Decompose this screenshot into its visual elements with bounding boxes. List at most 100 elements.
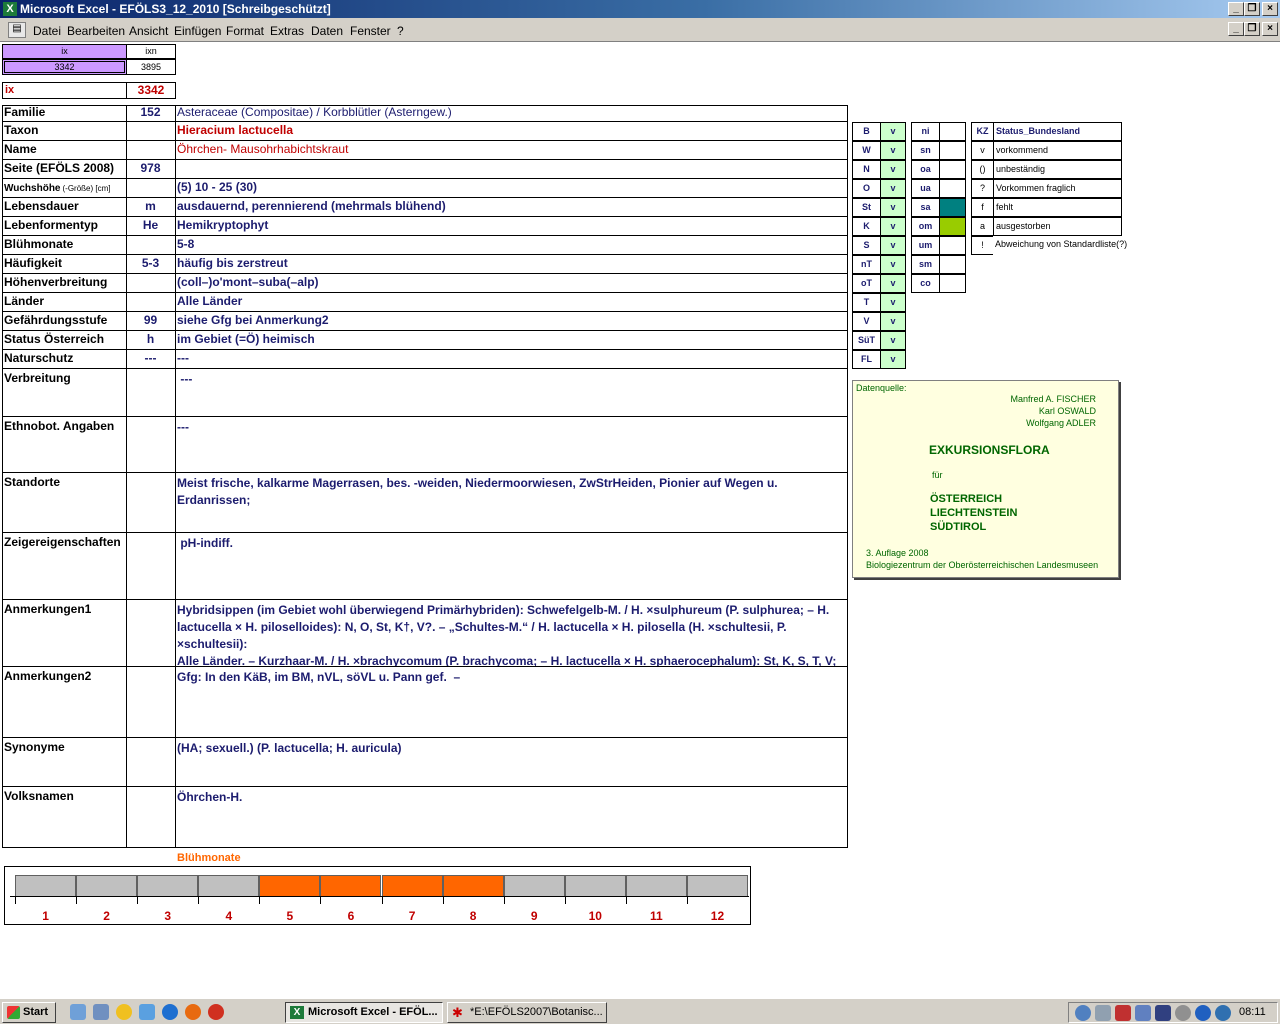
- row-code[interactable]: [126, 236, 176, 255]
- row-label[interactable]: Lebenformentyp: [2, 217, 127, 236]
- row-label[interactable]: Höhenverbreitung: [2, 274, 127, 293]
- row-label[interactable]: Taxon: [2, 122, 127, 141]
- region-code[interactable]: sa: [911, 198, 940, 217]
- state-code[interactable]: St: [852, 198, 881, 217]
- tray-info-icon[interactable]: [1195, 1005, 1211, 1021]
- bigrow-value[interactable]: ---: [175, 369, 848, 417]
- minimize-button[interactable]: _: [1228, 2, 1244, 16]
- region-value[interactable]: [939, 179, 966, 198]
- region-value[interactable]: [939, 122, 966, 141]
- row-code[interactable]: 152: [126, 105, 176, 122]
- state-value[interactable]: v: [880, 255, 906, 274]
- menu-help[interactable]: ?: [397, 24, 404, 38]
- region-code[interactable]: um: [911, 236, 940, 255]
- bigrow-value[interactable]: pH-indiff.: [175, 533, 848, 600]
- bigrow-code[interactable]: [126, 369, 176, 417]
- task-botanisc[interactable]: ✱ *E:\EFÖLS2007\Botanisc...: [447, 1002, 607, 1023]
- region-value[interactable]: [939, 217, 966, 236]
- state-code[interactable]: O: [852, 179, 881, 198]
- region-value[interactable]: [939, 141, 966, 160]
- task-excel[interactable]: X Microsoft Excel - EFÖL...: [285, 1002, 443, 1023]
- bigrow-code[interactable]: [126, 787, 176, 848]
- state-code[interactable]: B: [852, 122, 881, 141]
- row-value[interactable]: im Gebiet (=Ö) heimisch: [175, 331, 848, 350]
- row-value[interactable]: (5) 10 - 25 (30): [175, 179, 848, 198]
- bigrow-value[interactable]: (HA; sexuell.) (P. lactucella; H. auricu…: [175, 738, 848, 787]
- bigrow-value[interactable]: Meist frische, kalkarme Magerrasen, bes.…: [175, 473, 848, 533]
- quicklaunch-firefox-icon[interactable]: [185, 1004, 201, 1020]
- state-value[interactable]: v: [880, 217, 906, 236]
- row-label[interactable]: Seite (EFÖLS 2008): [2, 160, 127, 179]
- tray-settings-icon[interactable]: [1175, 1005, 1191, 1021]
- row-value[interactable]: Alle Länder: [175, 293, 848, 312]
- row-label[interactable]: Wuchshöhe (-Größe) [cm]: [2, 179, 127, 198]
- bigrow-code[interactable]: [126, 738, 176, 787]
- bigrow-code[interactable]: [126, 667, 176, 738]
- row-label[interactable]: Familie: [2, 105, 127, 122]
- state-code[interactable]: FL: [852, 350, 881, 369]
- row-code[interactable]: 5-3: [126, 255, 176, 274]
- tray-shield-icon[interactable]: [1155, 1005, 1171, 1021]
- quicklaunch-explorer-icon[interactable]: [70, 1004, 86, 1020]
- menu-fenster[interactable]: Fenster: [350, 24, 391, 38]
- row-value[interactable]: ---: [175, 350, 848, 369]
- row-code[interactable]: [126, 122, 176, 141]
- quicklaunch-network-icon[interactable]: [139, 1004, 155, 1020]
- row-code[interactable]: m: [126, 198, 176, 217]
- sheet-icon[interactable]: ▤: [8, 22, 26, 38]
- menu-bearbeiten[interactable]: Bearbeiten: [67, 24, 125, 38]
- state-value[interactable]: v: [880, 293, 906, 312]
- quicklaunch-ie-icon[interactable]: [162, 1004, 178, 1020]
- row-label[interactable]: Name: [2, 141, 127, 160]
- region-code[interactable]: sn: [911, 141, 940, 160]
- bigrow-code[interactable]: [126, 600, 176, 667]
- doc-close-button[interactable]: ×: [1262, 22, 1278, 36]
- state-code[interactable]: S: [852, 236, 881, 255]
- row-value[interactable]: Hieracium lactucella: [175, 122, 848, 141]
- bigrow-label[interactable]: Verbreitung: [2, 369, 127, 417]
- bigrow-code[interactable]: [126, 417, 176, 473]
- region-value[interactable]: [939, 198, 966, 217]
- row-value[interactable]: Asteraceae (Compositae) / Korbblütler (A…: [175, 105, 848, 122]
- tray-sync-icon[interactable]: [1135, 1005, 1151, 1021]
- ixn-value[interactable]: 3895: [126, 59, 176, 75]
- row-value[interactable]: 5-8: [175, 236, 848, 255]
- bigrow-label[interactable]: Zeigereigenschaften: [2, 533, 127, 600]
- region-code[interactable]: ni: [911, 122, 940, 141]
- state-code[interactable]: W: [852, 141, 881, 160]
- row-label[interactable]: Status Österreich: [2, 331, 127, 350]
- close-button[interactable]: ×: [1262, 2, 1278, 16]
- row-value[interactable]: Öhrchen- Mausohrhabichtskraut: [175, 141, 848, 160]
- bigrow-code[interactable]: [126, 533, 176, 600]
- row-code[interactable]: 978: [126, 160, 176, 179]
- bigrow-code[interactable]: [126, 473, 176, 533]
- state-code[interactable]: T: [852, 293, 881, 312]
- doc-minimize-button[interactable]: _: [1228, 22, 1244, 36]
- state-code[interactable]: oT: [852, 274, 881, 293]
- row-value[interactable]: [175, 160, 848, 179]
- tray-search-icon[interactable]: [1075, 1005, 1091, 1021]
- menu-einfuegen[interactable]: Einfügen: [174, 24, 221, 38]
- bigrow-label[interactable]: Synonyme: [2, 738, 127, 787]
- bigrow-value[interactable]: Gfg: In den KäB, im BM, nVL, söVL u. Pan…: [175, 667, 848, 738]
- ix-red-value[interactable]: 3342: [126, 82, 176, 99]
- region-value[interactable]: [939, 236, 966, 255]
- row-label[interactable]: Lebensdauer: [2, 198, 127, 217]
- tray-bluetooth-icon[interactable]: [1215, 1005, 1231, 1021]
- row-label[interactable]: Blühmonate: [2, 236, 127, 255]
- bigrow-value[interactable]: ---: [175, 417, 848, 473]
- region-code[interactable]: om: [911, 217, 940, 236]
- state-code[interactable]: nT: [852, 255, 881, 274]
- state-code[interactable]: SüT: [852, 331, 881, 350]
- ix-value[interactable]: 3342: [2, 59, 127, 75]
- state-value[interactable]: v: [880, 350, 906, 369]
- state-value[interactable]: v: [880, 236, 906, 255]
- ixn-header[interactable]: ixn: [126, 44, 176, 59]
- menu-ansicht[interactable]: Ansicht: [129, 24, 168, 38]
- tray-security-icon[interactable]: [1115, 1005, 1131, 1021]
- tray-network-icon[interactable]: [1095, 1005, 1111, 1021]
- row-label[interactable]: Länder: [2, 293, 127, 312]
- row-code[interactable]: [126, 274, 176, 293]
- region-code[interactable]: co: [911, 274, 940, 293]
- region-code[interactable]: sm: [911, 255, 940, 274]
